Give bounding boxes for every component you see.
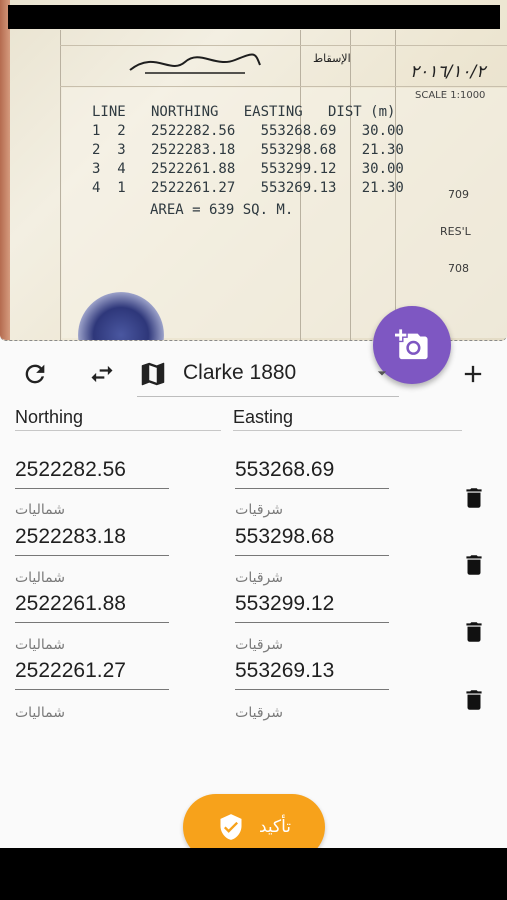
trash-icon bbox=[466, 488, 482, 508]
easting-field[interactable]: 553269.13 bbox=[235, 657, 389, 690]
swap-horiz-icon bbox=[91, 365, 113, 383]
map-icon-wrap bbox=[137, 358, 169, 390]
easting-field[interactable]: 553299.12 bbox=[235, 590, 389, 623]
add-row-button[interactable] bbox=[457, 358, 489, 390]
northing-field[interactable]: 2522283.18 bbox=[15, 523, 169, 556]
easting-helper: شرقيات bbox=[235, 502, 283, 518]
header-divider bbox=[233, 430, 462, 431]
photo-area: AREA = 639 SQ. M. bbox=[150, 202, 294, 218]
easting-helper: شرقيات bbox=[235, 705, 283, 721]
datum-value[interactable]: Clarke 1880 bbox=[183, 361, 296, 385]
map-icon bbox=[141, 362, 165, 386]
delete-row-button[interactable] bbox=[460, 684, 488, 716]
easting-field[interactable]: 553268.69 bbox=[235, 456, 389, 489]
refresh-icon bbox=[25, 364, 45, 384]
easting-helper: شرقيات bbox=[235, 570, 283, 586]
header-divider bbox=[15, 430, 221, 431]
verified-shield-icon bbox=[220, 814, 242, 840]
document-photo: الإسقاط ٢٠١٦/١٠/٢ SCALE 1:1000 LINE NORT… bbox=[0, 0, 507, 341]
signature bbox=[129, 53, 261, 74]
photo-side-label: RES'L bbox=[440, 225, 471, 238]
northing-field[interactable]: 2522261.88 bbox=[15, 590, 169, 623]
northing-helper: شماليات bbox=[14, 637, 65, 653]
photo-header-arabic: الإسقاط bbox=[313, 52, 351, 65]
northing-field[interactable]: 2522282.56 bbox=[15, 456, 169, 489]
northing-field[interactable]: 2522261.27 bbox=[15, 657, 169, 690]
delete-row-button[interactable] bbox=[460, 482, 488, 514]
photo-scale: SCALE 1:1000 bbox=[415, 90, 486, 101]
photo-side-label: 709 bbox=[448, 188, 469, 201]
northing-column-header: Northing bbox=[15, 407, 84, 427]
easting-column-header: Easting bbox=[233, 407, 294, 427]
photo-row: 1 2 2522282.56 553268.69 30.00 bbox=[92, 123, 404, 139]
northing-helper: شماليات bbox=[14, 502, 65, 518]
trash-icon bbox=[466, 622, 482, 642]
photo-table-header: LINE NORTHING EASTING DIST (m) bbox=[92, 104, 396, 120]
photo-row: 4 1 2522261.27 553269.13 21.30 bbox=[92, 180, 404, 196]
northing-helper: شماليات bbox=[14, 705, 65, 721]
add-icon bbox=[464, 365, 482, 383]
photo-date: ٢٠١٦/١٠/٢ bbox=[410, 62, 486, 82]
delete-row-button[interactable] bbox=[460, 549, 488, 581]
add-photo-icon bbox=[395, 329, 428, 360]
northing-helper: شماليات bbox=[14, 570, 65, 586]
photo-edge bbox=[0, 0, 10, 340]
easting-helper: شرقيات bbox=[235, 637, 283, 653]
swap-button[interactable] bbox=[86, 358, 118, 390]
photo-row: 3 4 2522261.88 553299.12 30.00 bbox=[92, 161, 404, 177]
dropdown-arrow[interactable] bbox=[372, 363, 392, 387]
photo-row: 2 3 2522283.18 553298.68 21.30 bbox=[92, 142, 404, 158]
delete-row-button[interactable] bbox=[460, 616, 488, 648]
trash-icon bbox=[466, 690, 482, 710]
trash-icon bbox=[466, 555, 482, 575]
system-nav-bar bbox=[0, 848, 507, 900]
redaction-bar bbox=[8, 5, 500, 29]
photo-side-label: 708 bbox=[448, 262, 469, 275]
refresh-button[interactable] bbox=[19, 358, 51, 390]
confirm-label: تأكيد bbox=[258, 817, 292, 837]
easting-field[interactable]: 553298.68 bbox=[235, 523, 389, 556]
arrow-drop-down-icon bbox=[377, 371, 387, 376]
